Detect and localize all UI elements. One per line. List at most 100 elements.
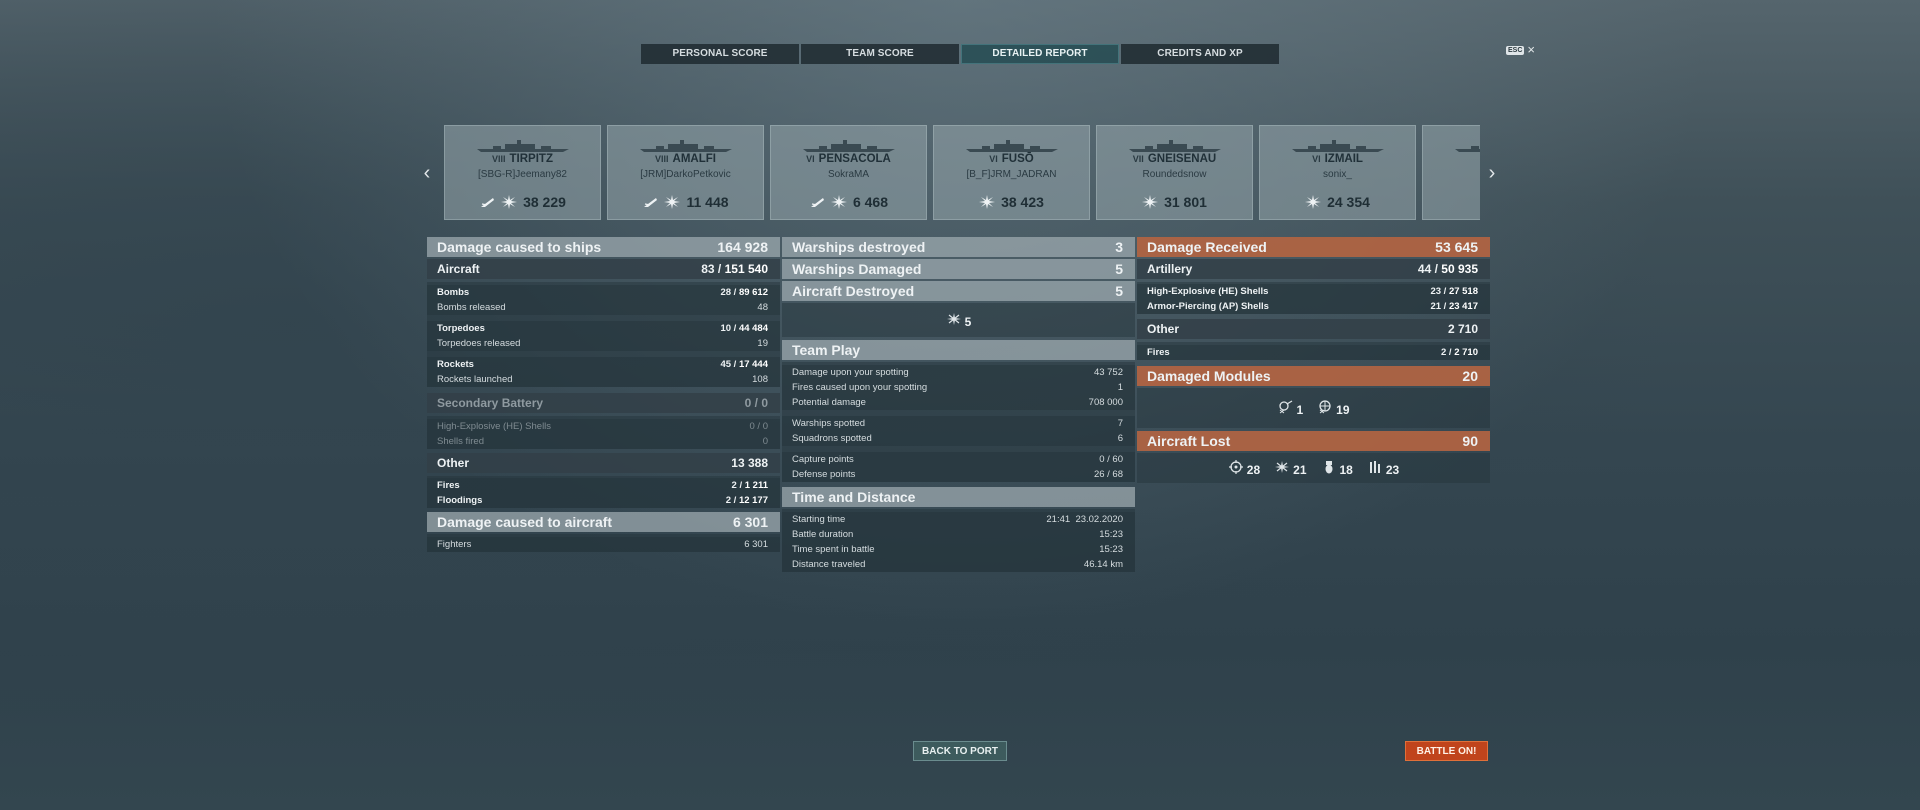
- received-fires-row: Fires 2 / 2 710: [1137, 345, 1490, 360]
- ship-card[interactable]: VI PENSACOLA SokraMA 6 468: [770, 125, 927, 220]
- damage-received-header: Damage Received 53 645: [1137, 237, 1490, 257]
- damage-burst-icon: [830, 195, 847, 209]
- tab-team-score[interactable]: TEAM SCORE: [801, 44, 959, 64]
- time-and-distance-header: Time and Distance: [782, 487, 1135, 507]
- ship-stats: 31 801: [1097, 194, 1252, 210]
- damage-burst-icon: [664, 195, 681, 209]
- ship-silhouette-icon: [1455, 146, 1480, 152]
- tier-label: VIII: [655, 154, 669, 164]
- carousel-prev-arrow-icon[interactable]: ‹: [420, 162, 434, 185]
- player-name: Roundedsnow: [1142, 169, 1207, 180]
- tab-credits-and-xp[interactable]: CREDITS AND XP: [1121, 44, 1279, 64]
- player-name: sonix_: [1323, 169, 1352, 180]
- capture-points-row: Capture points 0 / 60: [782, 452, 1135, 467]
- damage-value: 38 229: [523, 194, 566, 210]
- ship-name: V: [1423, 153, 1480, 165]
- tier-label: VI: [1312, 154, 1321, 164]
- starting-time-row: Starting time 21:41 23.02.2020: [782, 512, 1135, 527]
- torpedo-icon: [1369, 460, 1380, 473]
- ship-name: VI FUSŌ: [989, 153, 1034, 165]
- bomb-icon: [1325, 460, 1332, 473]
- shells-fired-row: Shells fired 0: [427, 434, 780, 449]
- damaged-modules-header: Damaged Modules 20: [1137, 366, 1490, 386]
- ship-silhouette-icon: [477, 140, 569, 152]
- warships-spotted-row: Warships spotted 7: [782, 416, 1135, 431]
- aircraft-lost-header: Aircraft Lost 90: [1137, 431, 1490, 451]
- ship-name: VI IZMAIL: [1312, 153, 1363, 165]
- ship-card[interactable]: VIII AMALFI [JRM]DarkoPetkovic 11 448: [607, 125, 764, 220]
- ship-silhouette-icon: [1129, 140, 1221, 152]
- team-play-header: Team Play: [782, 340, 1135, 360]
- damage-value: 11 448: [686, 194, 729, 210]
- tier-label: VII: [1132, 154, 1144, 164]
- tab-detailed-report[interactable]: DETAILED REPORT: [961, 44, 1119, 64]
- floodings-row: Floodings 2 / 12 177: [427, 493, 780, 508]
- fires-row: Fires 2 / 1 211: [427, 478, 780, 493]
- warships-damaged-header: Warships Damaged 5: [782, 259, 1135, 279]
- team-play-column: Warships destroyed 3 Warships Damaged 5 Ai…: [782, 237, 1135, 572]
- potential-damage-row: Potential damage 708 000: [782, 395, 1135, 410]
- damage-received-column: Damage Received 53 645 Artillery 44 / 50 …: [1137, 237, 1490, 486]
- damage-value: 31 801: [1164, 194, 1207, 210]
- damage-value: 6 468: [852, 194, 889, 210]
- bombs-released-row: Bombs released 48: [427, 300, 780, 315]
- ship-card[interactable]: VII GNEISENAU Roundedsnow 31 801: [1096, 125, 1253, 220]
- ship-name: VI PENSACOLA: [806, 153, 891, 165]
- crosshair-icon: [1228, 459, 1243, 474]
- ship-silhouette-icon: [803, 140, 895, 152]
- damage-value: 24 354: [1327, 194, 1370, 210]
- bombs-row: Bombs 28 / 89 612: [427, 285, 780, 300]
- tab-personal-score[interactable]: PERSONAL SCORE: [641, 44, 799, 64]
- steering-module-icon: [1319, 399, 1331, 413]
- ship-stats: 11 448: [608, 194, 763, 210]
- ship-silhouette-icon: [966, 140, 1058, 152]
- aircraft-icon: [810, 198, 824, 207]
- ship-silhouette-icon: [640, 140, 732, 152]
- aircraft-destroyed-icons: 5: [782, 303, 1135, 337]
- fighter-plane-icon: [946, 312, 961, 325]
- other-damage-row: Other 13 388: [427, 453, 780, 473]
- ship-card[interactable]: VIII TIRPITZ [SBG-R]Jeemany82 38 229: [444, 125, 601, 220]
- ship-stats: 6 468: [771, 194, 926, 210]
- ship-card[interactable]: V: [1422, 125, 1480, 220]
- secondary-he-row: High-Explosive (HE) Shells 0 / 0: [427, 419, 780, 434]
- damage-value: 38 423: [1001, 194, 1044, 210]
- carousel-next-arrow-icon[interactable]: ›: [1485, 162, 1499, 185]
- close-icon: ×: [1527, 42, 1535, 57]
- damage-caused-to-aircraft-header: Damage caused to aircraft 6 301: [427, 512, 780, 532]
- artillery-row: Artillery 44 / 50 935: [1137, 259, 1490, 279]
- damage-caused-column: Damage caused to ships 164 928 Aircraft …: [427, 237, 780, 552]
- damage-burst-icon: [1142, 195, 1159, 209]
- ship-silhouette-icon: [1292, 140, 1384, 152]
- ship-card[interactable]: VI IZMAIL sonix_ 24 354: [1259, 125, 1416, 220]
- received-other-row: Other 2 710: [1137, 319, 1490, 339]
- squadrons-spotted-row: Squadrons spotted 6: [782, 431, 1135, 446]
- fighters-row: Fighters 6 301: [427, 537, 780, 552]
- rockets-row: Rockets 45 / 17 444: [427, 357, 780, 372]
- back-to-port-button[interactable]: BACK TO PORT: [913, 741, 1007, 761]
- secondary-battery-row: Secondary Battery 0 / 0: [427, 393, 780, 413]
- aircraft-icon: [644, 198, 658, 207]
- tab-bar: PERSONAL SCORE TEAM SCORE DETAILED REPOR…: [641, 44, 1279, 64]
- ship-card[interactable]: VI FUSŌ [B_F]JRM_JADRAN 38 423: [933, 125, 1090, 220]
- damage-burst-icon: [979, 195, 996, 209]
- aircraft-icon: [481, 198, 495, 207]
- esc-key-icon: ESC: [1506, 45, 1525, 55]
- close-button[interactable]: ESC ×: [1506, 42, 1535, 57]
- ship-stats: 24 354: [1260, 194, 1415, 210]
- torpedoes-row: Torpedoes 10 / 44 484: [427, 321, 780, 336]
- received-ap-row: Armor-Piercing (AP) Shells 21 / 23 417: [1137, 299, 1490, 314]
- ship-name: VIII AMALFI: [655, 153, 716, 165]
- ship-stats: [1423, 194, 1480, 208]
- player-name: [B_F]JRM_JADRAN: [966, 169, 1057, 180]
- damage-burst-icon: [501, 195, 518, 209]
- damage-burst-icon: [1305, 195, 1322, 209]
- battle-on-button[interactable]: BATTLE ON!: [1405, 741, 1488, 761]
- received-he-row: High-Explosive (HE) Shells 23 / 27 518: [1137, 284, 1490, 299]
- warships-destroyed-header: Warships destroyed 3: [782, 237, 1135, 257]
- spotting-fires-row: Fires caused upon your spotting 1: [782, 380, 1135, 395]
- player-name: SokraMA: [827, 169, 870, 180]
- tier-label: VIII: [492, 154, 506, 164]
- gun-module-icon: [1279, 399, 1293, 413]
- aircraft-destroyed-header: Aircraft Destroyed 5: [782, 281, 1135, 301]
